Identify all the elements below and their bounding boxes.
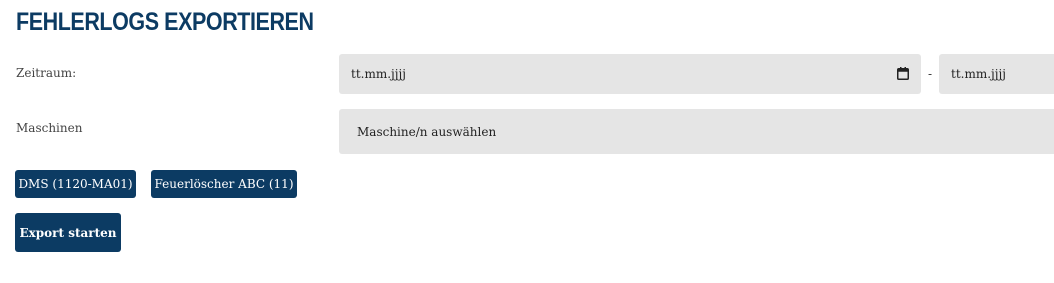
machine-select[interactable]: Maschine/n auswählen	[339, 109, 1054, 154]
machine-select-placeholder: Maschine/n auswählen	[357, 124, 497, 139]
date-from-placeholder: tt.mm.jjjj	[351, 67, 406, 81]
date-to-placeholder: tt.mm.jjjj	[951, 67, 1006, 81]
export-start-button[interactable]: Export starten	[15, 213, 121, 252]
date-range-separator: -	[928, 67, 933, 81]
date-to-input[interactable]: tt.mm.jjjj	[939, 54, 1054, 94]
date-from-input[interactable]: tt.mm.jjjj	[339, 54, 921, 94]
page-title: FEHLERLOGS EXPORTIEREN	[16, 8, 314, 36]
machine-chip-label: Feuerlöscher ABC (11)	[154, 177, 294, 191]
machines-label: Maschinen	[16, 121, 83, 135]
machine-chip-label: DMS (1120-MA01)	[18, 177, 133, 191]
period-label: Zeitraum:	[16, 66, 77, 80]
machine-chip[interactable]: DMS (1120-MA01)	[15, 170, 136, 198]
calendar-icon[interactable]	[897, 67, 909, 80]
machine-chip[interactable]: Feuerlöscher ABC (11)	[151, 170, 297, 198]
